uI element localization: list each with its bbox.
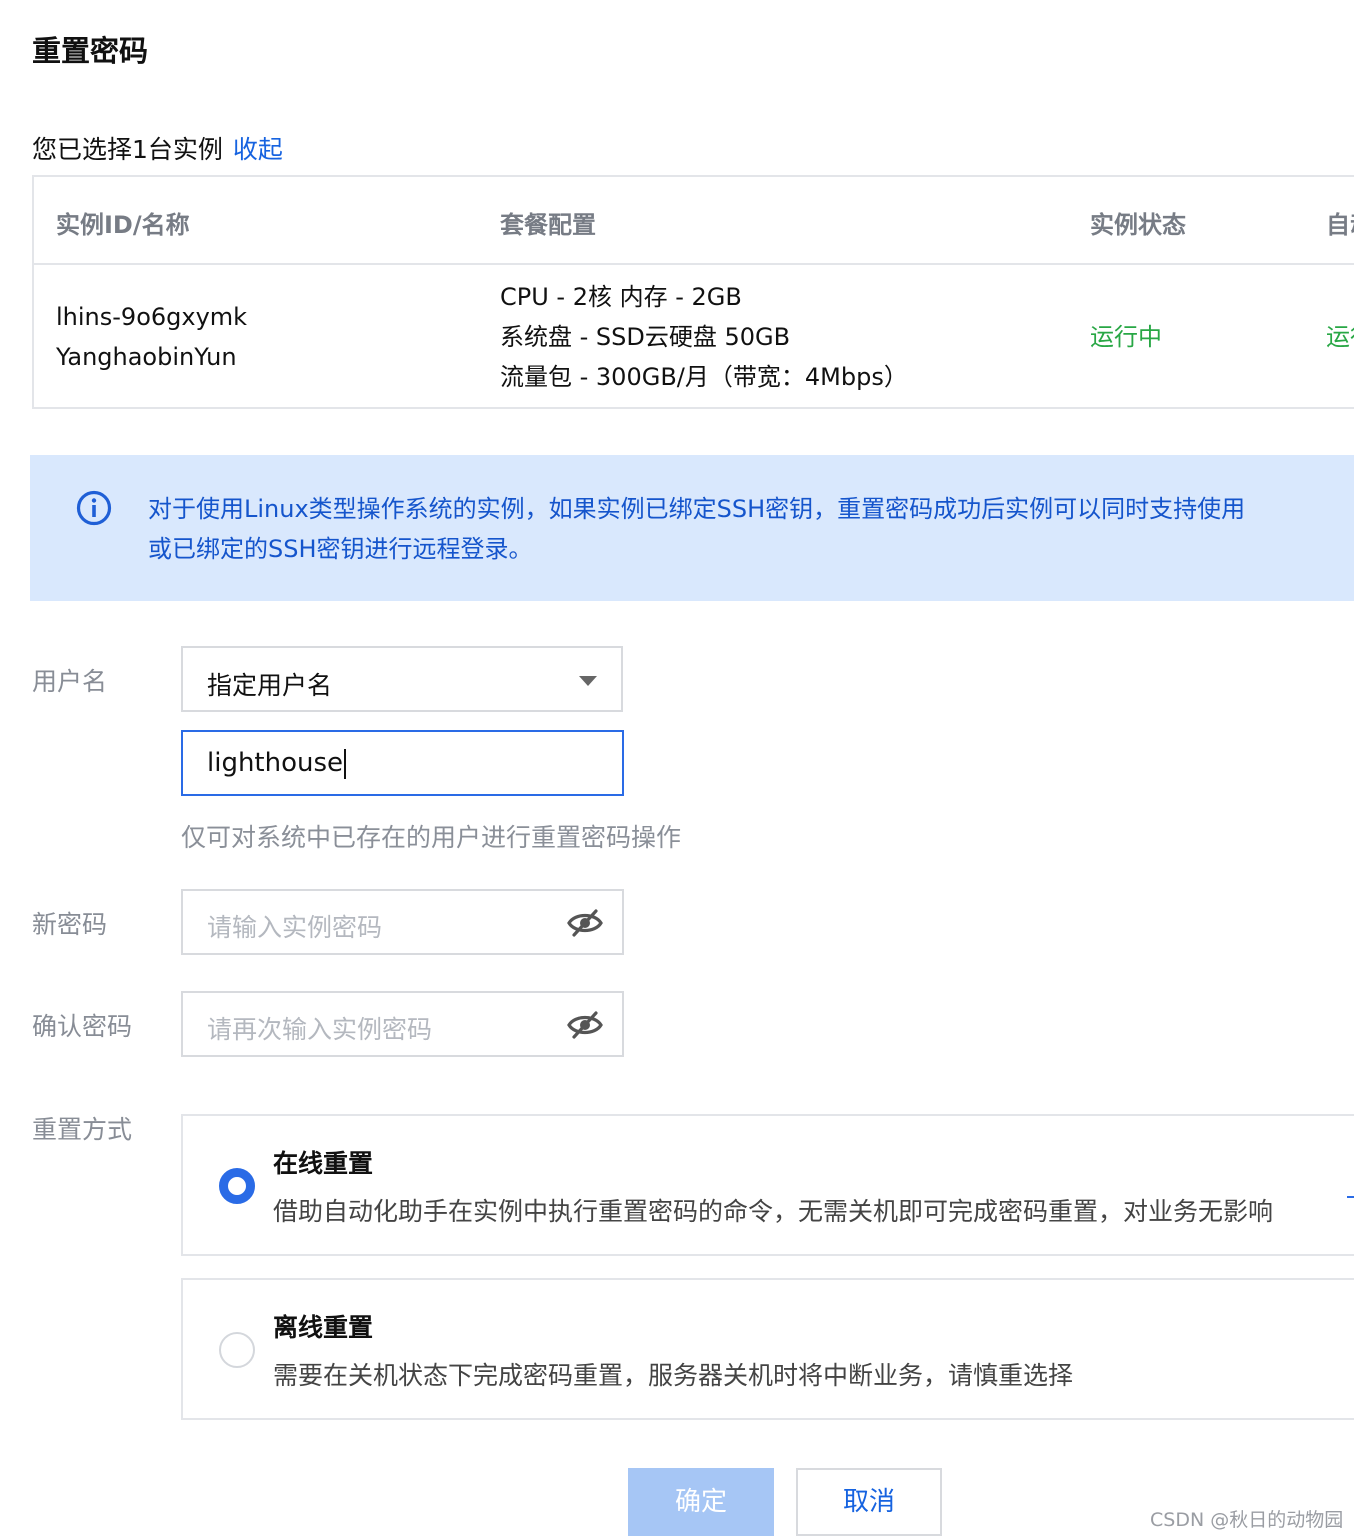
notice-line-2: 或已绑定的SSH密钥进行远程登录。 [148, 535, 533, 563]
config-line-disk: 系统盘 - SSD云硬盘 50GB [500, 323, 791, 351]
learn-more-link[interactable] [1347, 1196, 1354, 1224]
cancel-button[interactable]: 取消 [796, 1468, 942, 1536]
offline-reset-title: 离线重置 [273, 1313, 374, 1342]
column-header-auto: 自动 [1326, 211, 1354, 239]
config-line-traffic: 流量包 - 300GB/月（带宽：4Mbps） [500, 363, 908, 391]
username-label: 用户名 [32, 667, 108, 696]
online-reset-desc: 借助自动化助手在实例中执行重置密码的命令，无需关机即可完成密码重置，对业务无影响 [273, 1197, 1274, 1226]
column-header-status: 实例状态 [1090, 211, 1186, 239]
instance-name: YanghaobinYun [56, 343, 237, 371]
offline-reset-radio[interactable] [219, 1332, 255, 1368]
notice-line-1: 对于使用Linux类型操作系统的实例，如果实例已绑定SSH密钥，重置密码成功后实… [148, 495, 1246, 523]
table-header: 实例ID/名称 套餐配置 实例状态 自动 [34, 177, 1354, 265]
username-hint: 仅可对系统中已存在的用户进行重置密码操作 [181, 823, 682, 852]
new-password-placeholder: 请输入实例密码 [207, 913, 383, 942]
online-reset-option[interactable]: 在线重置 借助自动化助手在实例中执行重置密码的命令，无需关机即可完成密码重置，对… [181, 1114, 1354, 1256]
text-cursor [344, 748, 347, 779]
info-circle-icon [76, 490, 112, 526]
collapse-link[interactable]: 收起 [233, 135, 283, 164]
auto-status: 运行中 [1326, 323, 1354, 351]
reset-method-label: 重置方式 [32, 1115, 133, 1144]
confirm-password-label: 确认密码 [32, 1012, 133, 1041]
username-input-value: lighthouse [207, 748, 347, 779]
column-header-id: 实例ID/名称 [56, 211, 190, 239]
new-password-label: 新密码 [32, 910, 108, 939]
username-mode-value: 指定用户名 [207, 671, 333, 700]
offline-reset-desc: 需要在关机状态下完成密码重置，服务器关机时将中断业务，请慎重选择 [273, 1361, 1074, 1390]
column-header-config: 套餐配置 [500, 211, 596, 239]
username-input[interactable]: lighthouse [181, 730, 624, 796]
notice-text: 对于使用Linux类型操作系统的实例，如果实例已绑定SSH密钥，重置密码成功后实… [148, 489, 1245, 569]
selection-summary: 您已选择1台实例 收起 [32, 130, 283, 166]
eye-off-icon[interactable] [566, 908, 604, 938]
confirm-password-input[interactable]: 请再次输入实例密码 [181, 991, 624, 1057]
offline-reset-option[interactable]: 离线重置 需要在关机状态下完成密码重置，服务器关机时将中断业务，请慎重选择 [181, 1278, 1354, 1420]
confirm-button[interactable]: 确定 [628, 1468, 774, 1536]
selection-count-text: 您已选择1台实例 [32, 135, 223, 164]
instance-table: 实例ID/名称 套餐配置 实例状态 自动 lhins-9o6gxymk Yang… [32, 175, 1354, 409]
online-reset-radio[interactable] [219, 1168, 255, 1204]
config-line-cpu: CPU - 2核 内存 - 2GB [500, 283, 742, 311]
caret-down-icon [579, 676, 597, 686]
watermark: CSDN @秋日的动物园 [1150, 1509, 1344, 1531]
online-reset-title: 在线重置 [273, 1149, 374, 1178]
eye-off-icon[interactable] [566, 1010, 604, 1040]
new-password-input[interactable]: 请输入实例密码 [181, 889, 624, 955]
confirm-password-placeholder: 请再次输入实例密码 [207, 1015, 433, 1044]
info-notice: 对于使用Linux类型操作系统的实例，如果实例已绑定SSH密钥，重置密码成功后实… [30, 455, 1354, 601]
dialog-title: 重置密码 [32, 34, 149, 68]
instance-status: 运行中 [1090, 323, 1162, 351]
username-mode-select[interactable]: 指定用户名 [181, 646, 623, 712]
instance-id: lhins-9o6gxymk [56, 303, 248, 331]
